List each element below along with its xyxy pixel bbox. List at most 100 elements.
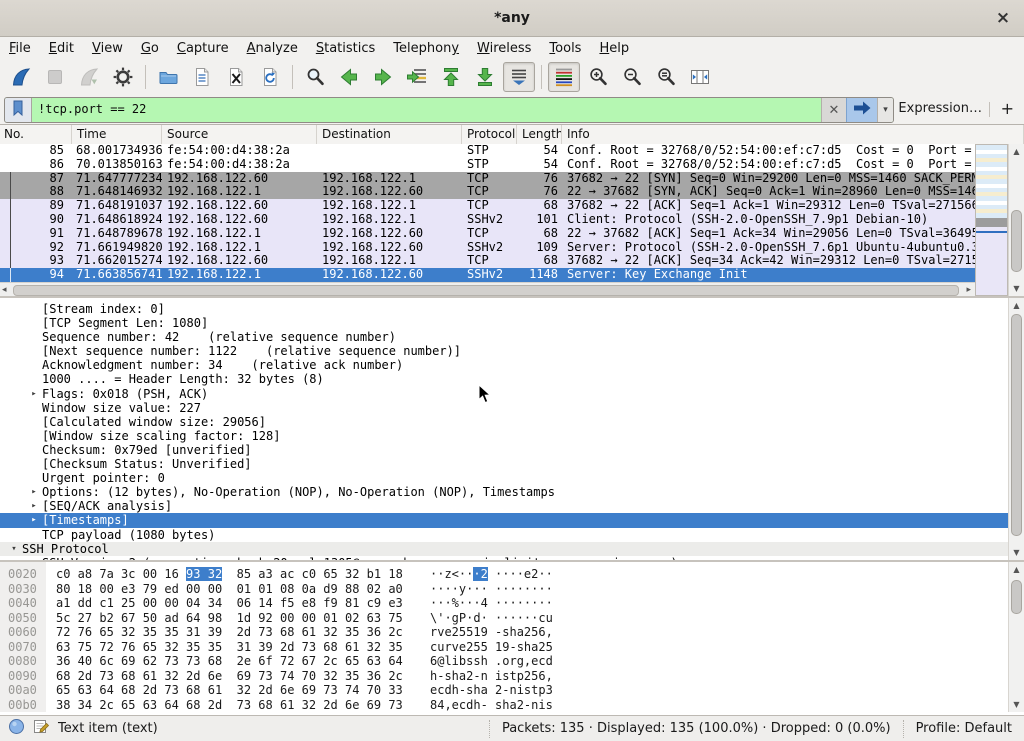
expander-icon[interactable] — [26, 401, 42, 415]
hex-ascii[interactable]: 6@libssh .org,ecd — [430, 654, 553, 669]
scrollbar-thumb[interactable] — [1011, 210, 1022, 272]
menu-item[interactable]: Go — [132, 37, 168, 60]
menu-item[interactable]: Help — [590, 37, 638, 60]
hex-bytes[interactable]: 72 76 65 32 35 35 31 39 2d 73 68 61 32 3… — [56, 625, 422, 640]
profile-selector[interactable]: Profile: Default — [903, 720, 1024, 738]
window-titlebar[interactable]: *any × — [0, 0, 1024, 37]
packet-list-hscrollbar[interactable]: ◂ ▸ — [0, 282, 975, 296]
detail-line[interactable]: [Checksum Status: Unverified] — [0, 457, 1008, 471]
expander-icon[interactable] — [26, 330, 42, 344]
hex-ascii[interactable]: 84,ecdh- sha2-nis — [430, 698, 553, 713]
hex-bytes[interactable]: 63 75 72 76 65 32 35 35 31 39 2d 73 68 6… — [56, 640, 422, 655]
hex-ascii[interactable]: ··z<···2 ····e2·· — [430, 567, 553, 582]
scroll-up-arrow-icon[interactable]: ▲ — [1009, 563, 1024, 576]
menu-item[interactable]: Statistics — [307, 37, 384, 60]
hex-ascii[interactable]: ecdh-sha 2-nistp3 — [430, 683, 553, 698]
hex-row[interactable]: 00b0 38 34 2c 65 63 64 68 2d 73 68 61 32… — [0, 698, 1008, 713]
colorize-toggle[interactable] — [548, 62, 580, 92]
hex-ascii[interactable]: ····y··· ········ — [430, 582, 553, 597]
scroll-up-arrow-icon[interactable]: ▲ — [1009, 299, 1024, 312]
menu-item[interactable]: Wireless — [468, 37, 540, 60]
packet-row[interactable]: 88 71.648146932 192.168.122.1 192.168.12… — [0, 185, 975, 199]
hex-row[interactable]: 0080 36 40 6c 69 62 73 73 68 2e 6f 72 67… — [0, 654, 1008, 669]
detail-line[interactable]: ▸ [Timestamps] — [0, 513, 1008, 527]
find-packet-button[interactable] — [299, 62, 331, 92]
add-filter-button[interactable]: + — [1001, 94, 1014, 125]
zoom-in-button[interactable] — [582, 62, 614, 92]
expander-icon[interactable]: ▾ — [6, 542, 22, 556]
hex-row[interactable]: 0040 a1 dd c1 25 00 00 04 34 06 14 f5 e8… — [0, 596, 1008, 611]
open-file-button[interactable] — [152, 62, 184, 92]
detail-line[interactable]: Urgent pointer: 0 — [0, 471, 1008, 485]
scroll-left-arrow-icon[interactable]: ◂ — [2, 284, 7, 296]
expander-icon[interactable]: ▸ — [26, 513, 42, 527]
detail-line[interactable]: TCP payload (1080 bytes) — [0, 528, 1008, 542]
save-file-button[interactable] — [186, 62, 218, 92]
packet-row[interactable]: 93 71.662015274 192.168.122.60 192.168.1… — [0, 254, 975, 268]
expander-icon[interactable] — [26, 443, 42, 457]
capture-comment-button[interactable] — [33, 718, 50, 739]
restart-capture-button[interactable] — [73, 62, 105, 92]
expander-icon[interactable] — [26, 302, 42, 316]
packet-row[interactable]: 90 71.648618924 192.168.122.60 192.168.1… — [0, 213, 975, 227]
detail-line[interactable]: Acknowledgment number: 34 (relative ack … — [0, 358, 1008, 372]
expander-icon[interactable] — [26, 429, 42, 443]
column-header[interactable]: Length — [517, 125, 562, 144]
scrollbar-thumb[interactable] — [1011, 580, 1022, 614]
hex-bytes[interactable]: a1 dd c1 25 00 00 04 34 06 14 f5 e8 f9 8… — [56, 596, 422, 611]
go-to-packet-button[interactable] — [401, 62, 433, 92]
packet-row[interactable]: 92 71.661949820 192.168.122.1 192.168.12… — [0, 241, 975, 255]
filter-clear-button[interactable]: ✕ — [821, 98, 846, 122]
menu-item[interactable]: Capture — [168, 37, 238, 60]
hex-row[interactable]: 00a0 65 63 64 68 2d 73 68 61 32 2d 6e 69… — [0, 683, 1008, 698]
hex-row[interactable]: 0050 5c 27 b2 67 50 ad 64 98 1d 92 00 00… — [0, 611, 1008, 626]
column-header[interactable]: No. — [0, 125, 72, 144]
hex-ascii[interactable]: \'·gP·d· ······cu — [430, 611, 553, 626]
hex-vscrollbar[interactable]: ▲ ▼ — [1008, 562, 1024, 712]
expander-icon[interactable] — [26, 316, 42, 330]
packet-list-vscrollbar[interactable]: ▲ ▼ — [1008, 144, 1024, 296]
expert-info-button[interactable] — [8, 718, 25, 739]
filter-dropdown-button[interactable]: ▾ — [877, 98, 893, 122]
hex-row[interactable]: 0060 72 76 65 32 35 35 31 39 2d 73 68 61… — [0, 625, 1008, 640]
hex-ascii[interactable]: rve25519 -sha256, — [430, 625, 553, 640]
hex-ascii[interactable]: h-sha2-n istp256, — [430, 669, 553, 684]
menu-item[interactable]: Edit — [40, 37, 83, 60]
column-header[interactable]: Info — [562, 125, 1024, 144]
scroll-right-arrow-icon[interactable]: ▸ — [966, 284, 971, 296]
go-back-button[interactable] — [333, 62, 365, 92]
close-button[interactable]: × — [992, 7, 1014, 29]
hex-bytes[interactable]: 5c 27 b2 67 50 ad 64 98 1d 92 00 00 01 0… — [56, 611, 422, 626]
expander-icon[interactable] — [26, 358, 42, 372]
resize-columns-button[interactable] — [684, 62, 716, 92]
expander-icon[interactable]: ▸ — [26, 387, 42, 401]
expander-icon[interactable] — [26, 415, 42, 429]
menu-item[interactable]: View — [83, 37, 132, 60]
hex-ascii[interactable]: ···%···4 ········ — [430, 596, 553, 611]
expander-icon[interactable] — [26, 344, 42, 358]
expander-icon[interactable] — [26, 528, 42, 542]
packet-row[interactable]: 85 68.001734936 fe:54:00:d4:38:2a STP 54… — [0, 144, 975, 158]
hex-row[interactable]: 0030 80 18 00 e3 79 ed 00 00 01 01 08 0a… — [0, 582, 1008, 597]
detail-line[interactable]: ▾ SSH Protocol — [0, 542, 1008, 556]
close-file-button[interactable] — [220, 62, 252, 92]
zoom-reset-button[interactable] — [650, 62, 682, 92]
filter-input[interactable]: !tcp.port == 22 — [32, 98, 821, 122]
packet-row[interactable]: 89 71.648191037 192.168.122.60 192.168.1… — [0, 199, 975, 213]
column-header[interactable]: Destination — [317, 125, 462, 144]
hex-ascii[interactable]: curve255 19-sha25 — [430, 640, 553, 655]
detail-line[interactable]: Window size value: 227 — [0, 401, 1008, 415]
details-vscrollbar[interactable]: ▲ ▼ — [1008, 298, 1024, 560]
auto-scroll-toggle[interactable] — [503, 62, 535, 92]
hex-bytes[interactable]: 65 63 64 68 2d 73 68 61 32 2d 6e 69 73 7… — [56, 683, 422, 698]
filter-bookmark-button[interactable] — [5, 98, 32, 122]
packet-row[interactable]: 94 71.663856741 192.168.122.1 192.168.12… — [0, 268, 975, 282]
expander-icon[interactable] — [26, 471, 42, 485]
filter-apply-button[interactable] — [846, 98, 877, 122]
detail-line[interactable]: ▸ [SEQ/ACK analysis] — [0, 499, 1008, 513]
scroll-down-arrow-icon[interactable]: ▼ — [1009, 698, 1024, 711]
detail-line[interactable]: Sequence number: 42 (relative sequence n… — [0, 330, 1008, 344]
hex-row[interactable]: 0090 68 2d 73 68 61 32 2d 6e 69 73 74 70… — [0, 669, 1008, 684]
menu-item[interactable]: File — [0, 37, 40, 60]
expander-icon[interactable]: ▸ — [26, 485, 42, 499]
